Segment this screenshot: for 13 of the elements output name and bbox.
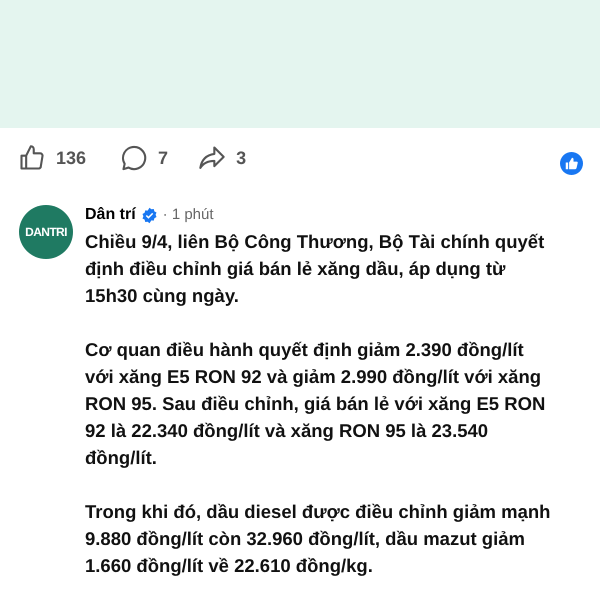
post-time: · 1 phút bbox=[162, 204, 214, 225]
speech-bubble-icon bbox=[120, 144, 148, 172]
post-paragraph: Trong khi đó, dầu diesel được điều chỉnh giảm mạnh 9.880 đồng/lít còn 32.960 đồng/lít, dầu mazut giảm 1.660 đồng/lít về 22.610 đồng/kg. bbox=[85, 500, 552, 578]
comment-button[interactable]: 7 bbox=[120, 144, 168, 172]
like-badge-icon bbox=[560, 152, 583, 174]
like-button[interactable]: 136 bbox=[18, 144, 86, 172]
share-button[interactable]: 3 bbox=[198, 144, 246, 172]
thumbs-up-icon bbox=[18, 144, 46, 172]
author-name[interactable]: Dân trí bbox=[85, 203, 136, 227]
share-arrow-icon bbox=[198, 144, 226, 172]
logo-avatar: DANTRI bbox=[19, 205, 73, 259]
post-paragraph: Cơ quan điều hành quyết định giảm 2.390 đồng/lít với xăng E5 RON 92 và giảm 2.990 đồng/lít với xăng RON 95. Sau điều chỉnh, giá bán lẻ với xăng E5 RON 92 là 22.340 đồng/lít và xăng RON 95 là 23.540 đồng/lít. bbox=[85, 338, 546, 470]
post-paragraph: Chiều 9/4, liên Bộ Công Thương, Bộ Tài chính quyết định điều chỉnh giá bán lẻ xăng dầu, áp dụng từ 15h30 cùng ngày. bbox=[85, 230, 546, 308]
